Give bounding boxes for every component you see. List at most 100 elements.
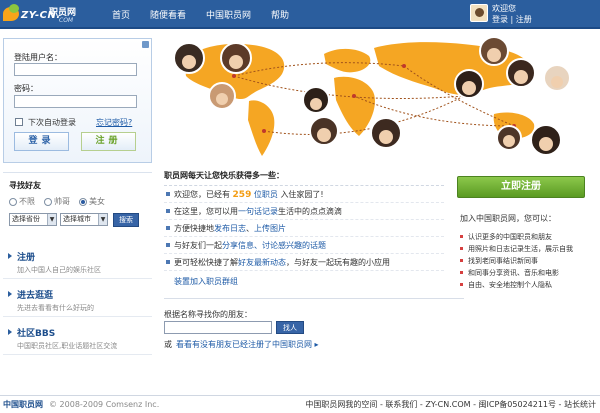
- status-link[interactable]: 一句话记录: [238, 207, 278, 216]
- bullet-icon: [166, 209, 170, 213]
- member-count: 259: [232, 190, 252, 200]
- city-select-value: 选择城市: [63, 215, 91, 223]
- search-button[interactable]: 搜索: [113, 213, 139, 227]
- find-friends-panel: 寻找好友 不限 帅哥 美女 选择省份 ▼ 选择城市 ▼ 搜索: [3, 172, 152, 232]
- blog-link[interactable]: 发布日志: [214, 224, 246, 233]
- arrow-right-icon: [8, 291, 12, 297]
- find-people-button[interactable]: 找人: [276, 321, 304, 334]
- join-group-link[interactable]: 装置加入职员群组: [164, 276, 444, 287]
- username-label: 登陆用户名：: [14, 53, 62, 62]
- remember-checkbox[interactable]: [15, 118, 23, 126]
- province-select[interactable]: 选择省份 ▼: [9, 213, 57, 226]
- or-text: 或: [164, 340, 172, 349]
- password-label: 密码：: [14, 84, 38, 93]
- arrow-right-icon: ▸: [314, 340, 319, 349]
- copyright: © 2008-2009 Comsenz Inc.: [49, 400, 160, 409]
- register-button[interactable]: 注册: [81, 132, 136, 151]
- logo-leaf-icon: [9, 4, 19, 13]
- side-item-desc: 加入中国人自己的娱乐社区: [17, 266, 101, 274]
- bullet-icon: [166, 226, 170, 230]
- list-item: 欢迎您，已经有 259 位职员 入住家园了!: [164, 186, 444, 203]
- side-item-title[interactable]: 注册: [17, 250, 152, 263]
- arrow-right-icon: [8, 329, 12, 335]
- gender-any-radio[interactable]: [9, 197, 17, 206]
- list-item[interactable]: 进去逛逛 先进去看看有什么好玩的: [3, 279, 152, 317]
- row-text: 与好友们一起: [174, 241, 222, 250]
- footer-links: 中国职员网我的空间 - 联系我们 - ZY-CN.COM - 闽ICP备0502…: [305, 397, 596, 413]
- list-item: 认识更多的中国职员和朋友: [460, 231, 573, 243]
- bullet-icon: [166, 243, 170, 247]
- gender-male-radio[interactable]: [44, 197, 52, 206]
- list-item: 用照片和日志记录生活，展示自我: [460, 243, 573, 255]
- chevron-down-icon: ▼: [98, 214, 107, 225]
- separator: |: [510, 15, 514, 24]
- gender-female-label: 美女: [89, 197, 105, 206]
- chevron-down-icon: ▼: [47, 214, 56, 225]
- members-link[interactable]: 位职员: [254, 190, 278, 199]
- feed-link[interactable]: 好友最新动态: [238, 258, 286, 267]
- nav-help[interactable]: 帮助: [271, 8, 289, 21]
- row-text: 欢迎您，已经有: [174, 190, 230, 199]
- list-item: 和同事分享资讯、音乐和电影: [460, 267, 573, 279]
- bullet-icon: [166, 260, 170, 264]
- username-input[interactable]: [14, 63, 137, 76]
- footer-brand[interactable]: 中国职员网: [3, 400, 43, 409]
- avatar[interactable]: [470, 4, 488, 22]
- features-heading: 职员网每天让您快乐获得多一些：: [164, 170, 444, 186]
- gender-radio-group: 不限 帅哥 美女: [9, 196, 114, 207]
- city-select[interactable]: 选择城市 ▼: [60, 213, 108, 226]
- list-item: 方便快捷地发布日志、上传图片: [164, 220, 444, 237]
- side-item-desc: 先进去看看有什么好玩的: [17, 304, 94, 312]
- remember-label: 下次自动登录: [28, 118, 76, 127]
- list-item: 找到老同事结识新同事: [460, 255, 573, 267]
- footer-links-text[interactable]: 中国职员网我的空间 - 联系我们 - ZY-CN.COM - 闽ICP备0502…: [305, 400, 596, 409]
- features-list: 职员网每天让您快乐获得多一些： 欢迎您，已经有 259 位职员 入住家园了! 在…: [164, 170, 444, 287]
- gender-any-label: 不限: [19, 197, 35, 206]
- gender-female-radio[interactable]: [79, 197, 87, 206]
- header-register-link[interactable]: 注册: [516, 15, 532, 24]
- share-link[interactable]: 分享信息、讨论感兴趣的话题: [222, 241, 326, 250]
- register-now-button[interactable]: 立即注册: [457, 176, 585, 198]
- name-search: 根据名称寻找你的朋友： 找人 或看看有没有朋友已经注册了中国职员网 ▸: [164, 298, 464, 349]
- row-text: 更可轻松快捷了解: [174, 258, 238, 267]
- nav-browse[interactable]: 随便看看: [150, 8, 186, 21]
- row-text: 方便快捷地: [174, 224, 214, 233]
- find-friends-title: 寻找好友: [9, 181, 41, 190]
- user-links: 登录 | 注册: [492, 14, 532, 25]
- nav-home[interactable]: 首页: [112, 8, 130, 21]
- side-link-list: 注册 加入中国人自己的娱乐社区 进去逛逛 先进去看看有什么好玩的 社区BBS 中…: [3, 241, 152, 355]
- logo-com-text: COM: [59, 17, 74, 24]
- name-search-label: 根据名称寻找你的朋友：: [164, 310, 252, 319]
- list-item[interactable]: 注册 加入中国人自己的娱乐社区: [3, 241, 152, 279]
- nav-zycn[interactable]: 中国职员网: [206, 8, 251, 21]
- corner-icon: [142, 41, 149, 48]
- list-item[interactable]: 社区BBS 中国职员社区,职业话题社区交流: [3, 317, 152, 355]
- forgot-password-link[interactable]: 忘记密码?: [96, 117, 132, 128]
- top-navigation-bar: ZY-CN. 职员网 COM 首页 随便看看 中国职员网 帮助 欢迎您 登录 |…: [0, 0, 600, 29]
- side-item-desc: 中国职员社区,职业话题社区交流: [17, 342, 118, 350]
- invite-line: 或看看有没有朋友已经注册了中国职员网 ▸: [164, 339, 319, 350]
- password-input[interactable]: [14, 95, 137, 108]
- header-login-link[interactable]: 登录: [492, 15, 508, 24]
- register-promo: 立即注册 加入中国职员网，您可以： 认识更多的中国职员和朋友 用照片和日志记录生…: [452, 168, 592, 303]
- side-item-title[interactable]: 进去逛逛: [17, 288, 152, 301]
- name-search-input[interactable]: [164, 321, 272, 334]
- site-logo[interactable]: ZY-CN. 职员网 COM: [3, 4, 89, 25]
- row-text: 生活中的点点滴滴: [278, 207, 342, 216]
- row-text: ，与好友一起玩有趣的小应用: [286, 258, 390, 267]
- province-select-value: 选择省份: [12, 215, 40, 223]
- photo-link[interactable]: 上传图片: [254, 224, 286, 233]
- check-friends-link[interactable]: 看看有没有朋友已经注册了中国职员网: [176, 340, 312, 349]
- main-nav: 首页 随便看看 中国职员网 帮助: [112, 8, 309, 21]
- login-button[interactable]: 登录: [14, 132, 69, 151]
- list-item: 自由、安全地控制个人隐私: [460, 279, 573, 291]
- bullet-icon: [166, 192, 170, 196]
- row-text: 入住家园了!: [280, 190, 324, 199]
- arrow-right-icon: [8, 253, 12, 259]
- side-item-title[interactable]: 社区BBS: [17, 326, 152, 339]
- benefits-list: 认识更多的中国职员和朋友 用照片和日志记录生活，展示自我 找到老同事结识新同事 …: [460, 231, 573, 291]
- footer-left: 中国职员网 © 2008-2009 Comsenz Inc.: [3, 397, 159, 413]
- list-item: 在这里，您可以用一句话记录生活中的点点滴滴: [164, 203, 444, 220]
- row-text: 、: [246, 224, 254, 233]
- list-item: 更可轻松快捷了解好友最新动态，与好友一起玩有趣的小应用: [164, 254, 444, 271]
